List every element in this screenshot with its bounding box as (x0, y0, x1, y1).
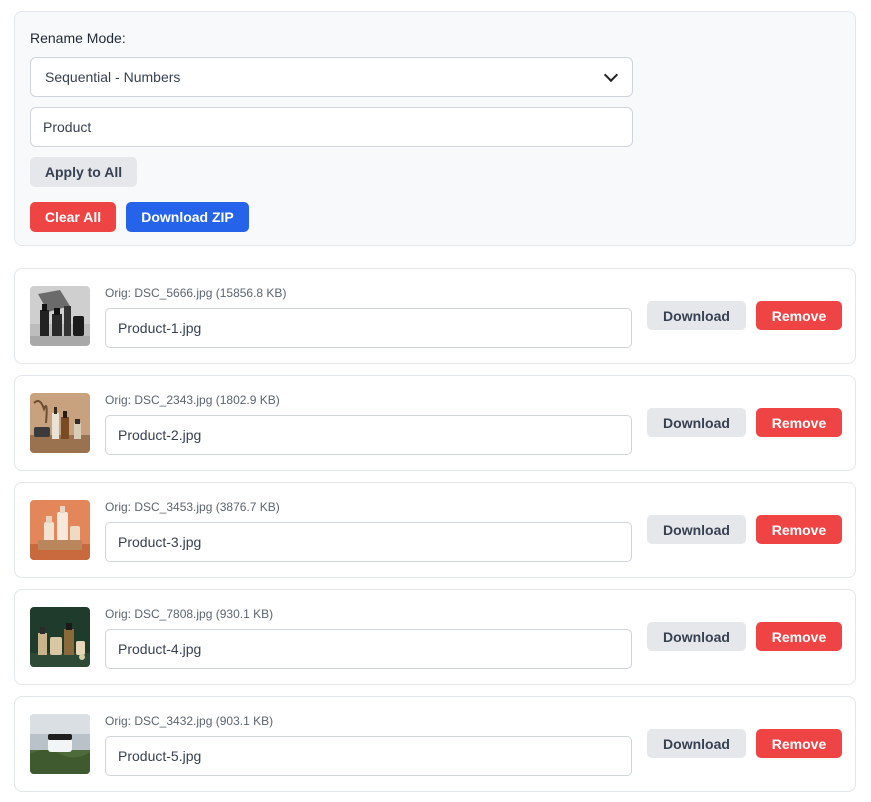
download-button[interactable]: Download (647, 622, 746, 651)
download-button[interactable]: Download (647, 515, 746, 544)
download-zip-button[interactable]: Download ZIP (126, 202, 249, 232)
clear-all-button[interactable]: Clear All (30, 202, 116, 232)
rename-mode-selected-value: Sequential - Numbers (45, 69, 181, 85)
file-card: Orig: DSC_5666.jpg (15856.8 KB) Product-… (14, 268, 856, 364)
remove-button[interactable]: Remove (756, 408, 842, 437)
new-filename-input[interactable]: Product-5.jpg (105, 736, 632, 776)
new-filename-value: Product-3.jpg (118, 534, 202, 550)
remove-button[interactable]: Remove (756, 515, 842, 544)
file-card: Orig: DSC_3432.jpg (903.1 KB) Product-5.… (14, 696, 856, 792)
new-filename-input[interactable]: Product-1.jpg (105, 308, 632, 348)
file-card: Orig: DSC_3453.jpg (3876.7 KB) Product-3… (14, 482, 856, 578)
rename-controls-panel: Rename Mode: Sequential - Numbers Produc… (14, 11, 856, 246)
file-thumbnail (30, 500, 90, 560)
remove-button[interactable]: Remove (756, 301, 842, 330)
new-filename-value: Product-1.jpg (118, 320, 202, 336)
file-thumbnail (30, 286, 90, 346)
file-thumbnail (30, 714, 90, 774)
rename-mode-select[interactable]: Sequential - Numbers (30, 57, 633, 97)
original-file-info: Orig: DSC_5666.jpg (15856.8 KB) (105, 286, 287, 300)
file-card: Orig: DSC_2343.jpg (1802.9 KB) Product-2… (14, 375, 856, 471)
original-file-info: Orig: DSC_3453.jpg (3876.7 KB) (105, 500, 280, 514)
file-card: Orig: DSC_7808.jpg (930.1 KB) Product-4.… (14, 589, 856, 685)
chevron-down-icon (603, 67, 619, 83)
original-file-info: Orig: DSC_2343.jpg (1802.9 KB) (105, 393, 280, 407)
original-file-info: Orig: DSC_7808.jpg (930.1 KB) (105, 607, 274, 621)
download-button[interactable]: Download (647, 408, 746, 437)
remove-button[interactable]: Remove (756, 729, 842, 758)
apply-to-all-button[interactable]: Apply to All (30, 157, 137, 187)
new-filename-input[interactable]: Product-2.jpg (105, 415, 632, 455)
new-filename-value: Product-5.jpg (118, 748, 202, 764)
new-filename-value: Product-4.jpg (118, 641, 202, 657)
new-filename-input[interactable]: Product-3.jpg (105, 522, 632, 562)
rename-mode-label: Rename Mode: (30, 30, 126, 46)
remove-button[interactable]: Remove (756, 622, 842, 651)
file-thumbnail (30, 393, 90, 453)
original-file-info: Orig: DSC_3432.jpg (903.1 KB) (105, 714, 274, 728)
new-filename-value: Product-2.jpg (118, 427, 202, 443)
download-button[interactable]: Download (647, 301, 746, 330)
prefix-input[interactable]: Product (30, 107, 633, 147)
download-button[interactable]: Download (647, 729, 746, 758)
prefix-input-value: Product (43, 119, 92, 135)
file-thumbnail (30, 607, 90, 667)
new-filename-input[interactable]: Product-4.jpg (105, 629, 632, 669)
